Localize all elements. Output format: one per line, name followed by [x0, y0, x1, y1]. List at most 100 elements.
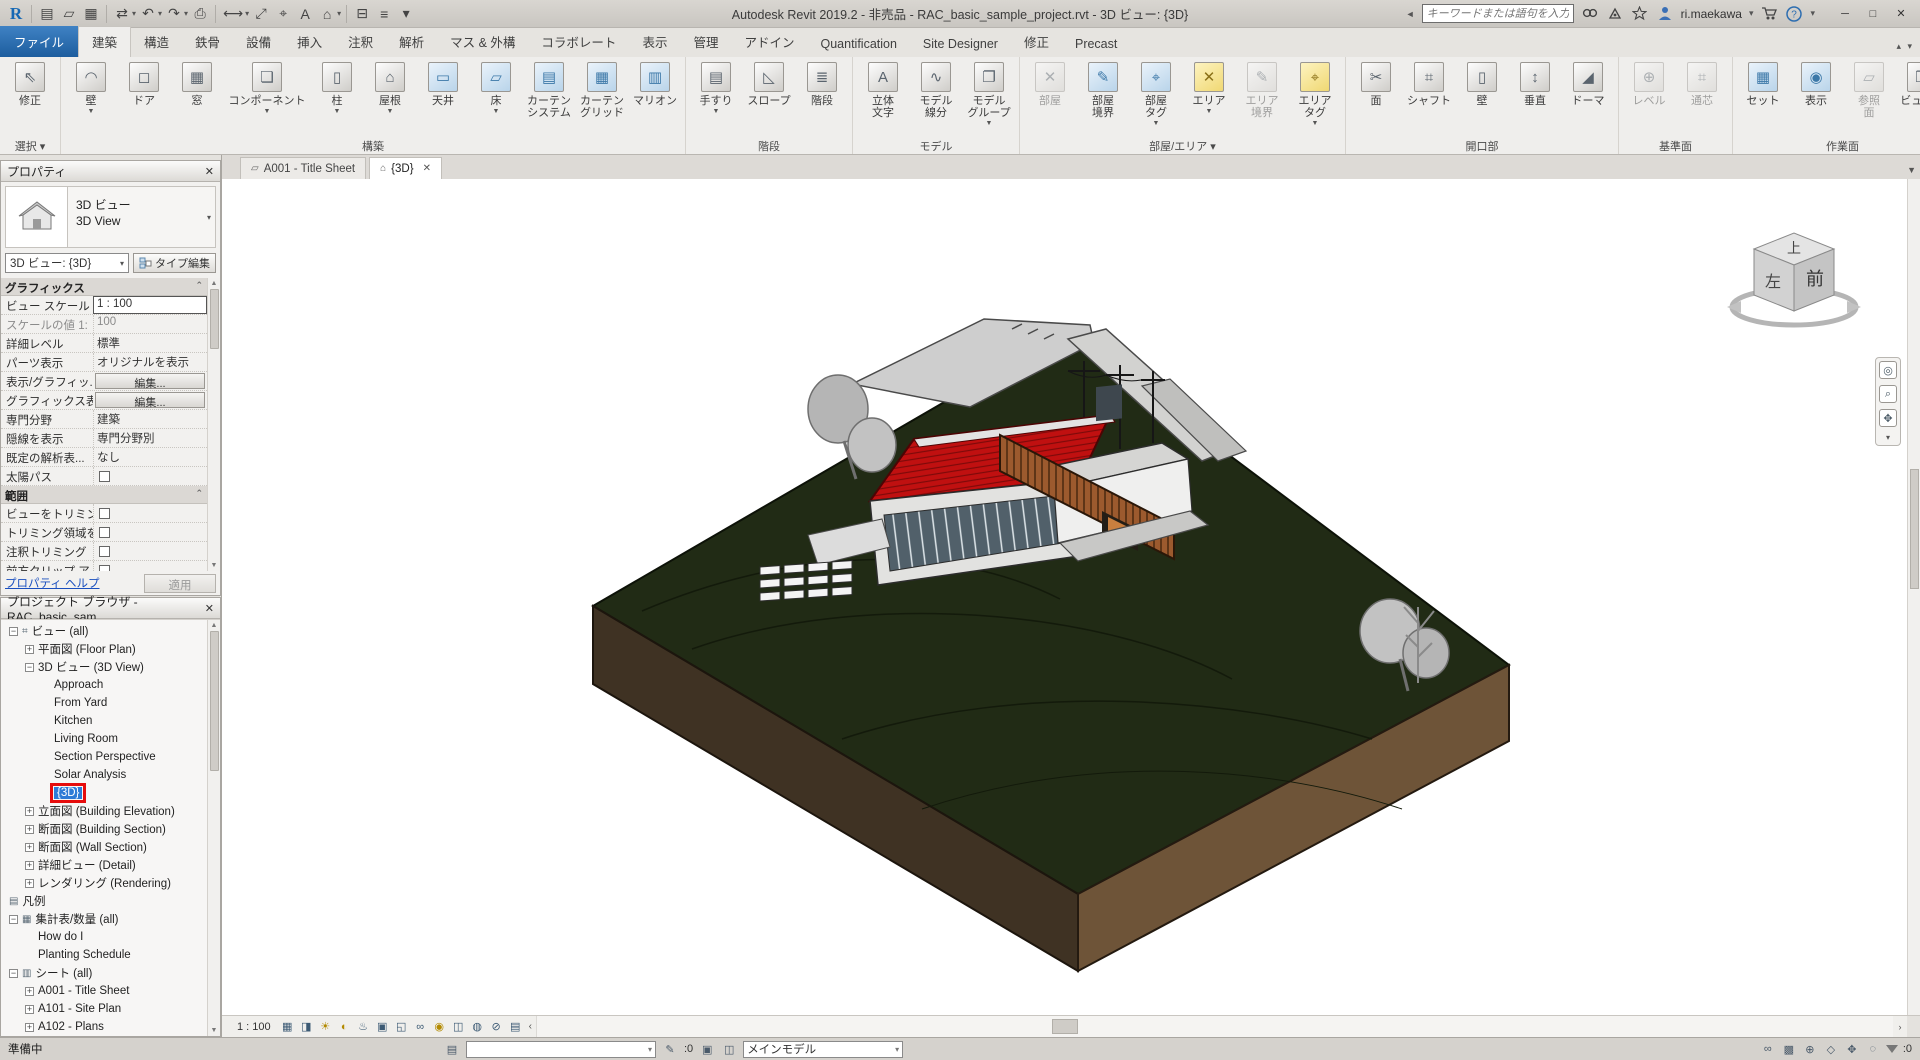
reveal-hidden-elements-icon[interactable]: ◉	[431, 1018, 448, 1035]
panel-label-基準面[interactable]: 基準面	[1619, 136, 1732, 154]
tree-item-断面図 (Wall Section)[interactable]: +断面図 (Wall Section)	[1, 838, 207, 856]
property-value[interactable]: なし	[93, 448, 207, 466]
select-underlay-icon[interactable]: ▩	[1781, 1041, 1797, 1057]
ribbon-button-壁[interactable]: ◠壁▼	[65, 59, 117, 136]
panel-label-開口部[interactable]: 開口部	[1346, 136, 1618, 154]
ribbon-minimize-icon[interactable]: ▴ ▾	[1896, 41, 1914, 52]
show-crop-region-icon[interactable]: ◱	[393, 1018, 410, 1035]
ribbon-button-ビューア[interactable]: ❒ビューア	[1896, 59, 1920, 136]
tree-item-ビュー (all)[interactable]: −⌗ビュー (all)	[1, 622, 207, 640]
checkbox-unchecked[interactable]	[99, 546, 110, 557]
canvas-horizontal-scrollbar[interactable]	[536, 1016, 1893, 1037]
tree-item-Living Room[interactable]: Living Room	[1, 730, 207, 748]
tree-item-立面図 (Building Elevation)[interactable]: +立面図 (Building Elevation)	[1, 802, 207, 820]
ribbon-button-床[interactable]: ▱床▼	[470, 59, 522, 136]
temporary-view-properties-icon[interactable]: ◫	[450, 1018, 467, 1035]
section-icon[interactable]: ⊟	[352, 3, 372, 25]
collapse-icon[interactable]: −	[9, 627, 18, 636]
select-pinned-icon[interactable]: ⊕	[1802, 1041, 1818, 1057]
scroll-down-icon[interactable]: ▼	[211, 1025, 218, 1036]
search-flyout-icon[interactable]: ◄	[1406, 9, 1415, 19]
tree-item-{3D}[interactable]: {3D}	[1, 784, 207, 802]
ribbon-button-面[interactable]: ✂面	[1350, 59, 1402, 136]
ribbon-button-階段[interactable]: ≣階段	[796, 59, 848, 136]
checkbox-unchecked[interactable]	[99, 527, 110, 538]
type-selector[interactable]: 3D ビュー 3D View ▾	[5, 186, 216, 248]
undo-icon-caret[interactable]: ▾	[158, 9, 162, 18]
editing-requests-icon[interactable]: ✎	[662, 1041, 678, 1057]
active-workset-combobox[interactable]: ▾	[466, 1041, 656, 1058]
checkbox-unchecked[interactable]	[99, 508, 110, 519]
ribbon-tab-管理[interactable]: 管理	[680, 27, 731, 57]
ribbon-button-モデルグループ[interactable]: ❐モデル グループ▼	[963, 59, 1015, 136]
ribbon-tab-解析[interactable]: 解析	[386, 27, 437, 57]
text-icon[interactable]: A	[295, 3, 315, 25]
ribbon-tab-注釈[interactable]: 注釈	[335, 27, 386, 57]
type-selector-caret-icon[interactable]: ▾	[207, 213, 215, 222]
project-browser-close-icon[interactable]: ✕	[205, 602, 214, 615]
measure-icon[interactable]: ⟷	[221, 3, 245, 25]
property-value[interactable]: オリジナルを表示	[93, 353, 207, 371]
ribbon-button-窓[interactable]: ▦窓	[171, 59, 223, 136]
app-store-cart-icon[interactable]	[1760, 5, 1778, 23]
ribbon-tab-コラボレート[interactable]: コラボレート	[528, 27, 629, 57]
thin-lines-icon[interactable]: ≡	[374, 3, 394, 25]
aligned-dimension-icon[interactable]: ⤢	[251, 3, 271, 25]
tag-icon[interactable]: ⌖	[273, 3, 293, 25]
properties-help-link[interactable]: プロパティ ヘルプ	[5, 575, 100, 591]
property-value[interactable]: 専門分野別	[93, 429, 207, 447]
print-icon[interactable]: ⎙	[190, 3, 210, 25]
communication-center-icon[interactable]	[1606, 5, 1624, 23]
browser-scrollbar[interactable]: ▲ ▼	[207, 620, 220, 1036]
ribbon-button-ドーマ[interactable]: ◢ドーマ	[1562, 59, 1614, 136]
revit-logo[interactable]: R	[6, 3, 26, 25]
selection-filter-icon[interactable]	[1886, 1045, 1898, 1053]
panel-label-構築[interactable]: 構築	[61, 136, 685, 154]
user-menu-caret-icon[interactable]: ▾	[1749, 8, 1754, 19]
undo-icon[interactable]: ↶	[138, 3, 158, 25]
ribbon-button-壁[interactable]: ▯壁	[1456, 59, 1508, 136]
tree-item-A102 - Plans[interactable]: +A102 - Plans	[1, 1018, 207, 1036]
ui-views-icon[interactable]: ▤	[37, 3, 57, 25]
select-by-face-icon[interactable]: ◇	[1823, 1041, 1839, 1057]
apply-button[interactable]: 適用	[144, 574, 216, 593]
ribbon-button-スロープ[interactable]: ◺スロープ	[743, 59, 795, 136]
design-option-pick-icon[interactable]: ◫	[721, 1041, 737, 1057]
navbar-caret-icon[interactable]: ▾	[1886, 433, 1890, 442]
sun-path-icon[interactable]: ☀	[317, 1018, 334, 1035]
temporary-hide-isolate-icon[interactable]: ∞	[412, 1018, 429, 1035]
detail-level-icon[interactable]: ▦	[279, 1018, 296, 1035]
panel-label-階段[interactable]: 階段	[686, 136, 852, 154]
tree-item-A101 - Site Plan[interactable]: +A101 - Site Plan	[1, 1000, 207, 1018]
checkbox-unchecked[interactable]	[99, 471, 110, 482]
tree-item-How do I[interactable]: How do I	[1, 928, 207, 946]
signed-in-user[interactable]: ri.maekawa	[1681, 7, 1742, 21]
redo-icon[interactable]: ↷	[164, 3, 184, 25]
default-3d-view-icon-caret[interactable]: ▾	[337, 9, 341, 18]
ribbon-tab-Site Designer[interactable]: Site Designer	[910, 32, 1011, 57]
expand-icon[interactable]: +	[25, 1005, 34, 1014]
property-value[interactable]: 1 : 100	[93, 296, 207, 314]
ribbon-button-手すり[interactable]: ▤手すり▼	[690, 59, 742, 136]
scroll-up-icon[interactable]: ▲	[211, 278, 218, 289]
expand-icon[interactable]: +	[25, 1023, 34, 1032]
drag-on-selection-icon[interactable]: ✥	[1844, 1041, 1860, 1057]
steering-wheel-icon[interactable]: ◎	[1879, 361, 1897, 379]
redo-icon-caret[interactable]: ▾	[184, 9, 188, 18]
expand-icon[interactable]: +	[25, 861, 34, 870]
tree-item-平面図 (Floor Plan)[interactable]: +平面図 (Floor Plan)	[1, 640, 207, 658]
user-avatar-icon[interactable]	[1656, 5, 1674, 23]
tree-item-レンダリング (Rendering)[interactable]: +レンダリング (Rendering)	[1, 874, 207, 892]
panel-label-部屋/エリア[interactable]: 部屋/エリア ▾	[1020, 136, 1345, 154]
ribbon-button-屋根[interactable]: ⌂屋根▼	[364, 59, 416, 136]
search-icon[interactable]	[1581, 5, 1599, 23]
shadows-icon[interactable]: ◐	[336, 1018, 353, 1035]
background-processes-icon[interactable]: ◌	[1865, 1041, 1881, 1057]
expand-icon[interactable]: +	[25, 825, 34, 834]
expand-icon[interactable]: +	[25, 843, 34, 852]
ribbon-tab-構造[interactable]: 構造	[131, 27, 182, 57]
scroll-right-icon[interactable]: ›	[1893, 1022, 1907, 1032]
help-caret-icon[interactable]: ▾	[1810, 8, 1815, 19]
transfer-icon-caret[interactable]: ▾	[132, 9, 136, 18]
view-tab-list-caret-icon[interactable]: ▼	[1907, 165, 1916, 175]
